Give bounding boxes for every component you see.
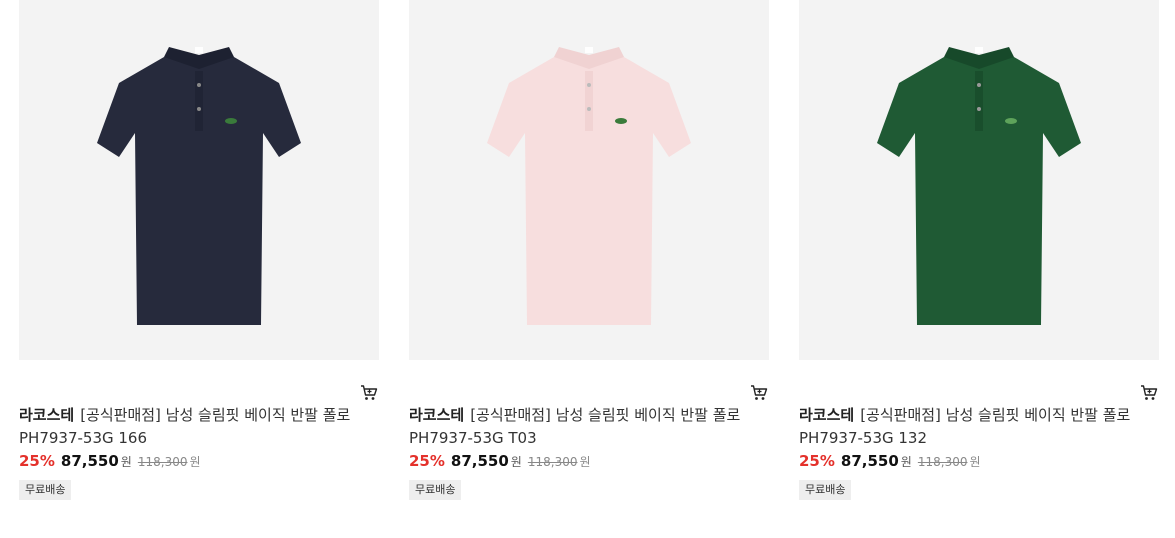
product-image[interactable] [799,0,1159,360]
product-code: PH7937-53G 132 [799,429,928,447]
product-title[interactable]: 라코스테 [공식판매점] 남성 슬림핏 베이직 반팔 폴로 [799,404,1159,426]
product-image[interactable] [19,0,379,360]
product-desc: [공식판매점] 남성 슬림핏 베이직 반팔 폴로 [860,406,1131,424]
price-row: 25% 87,550 원 118,300 원 [19,451,379,472]
polo-shirt-image [487,47,691,325]
price-unit: 원 [510,455,522,469]
product-title[interactable]: 라코스테 [공식판매점] 남성 슬림핏 베이직 반팔 폴로 [409,404,769,426]
polo-shirt-image [97,47,301,325]
polo-shirt-image [877,47,1081,325]
cart-icon[interactable] [750,385,768,401]
product-card[interactable]: 라코스테 [공식판매점] 남성 슬림핏 베이직 반팔 폴로 PH7937-53G … [19,0,379,500]
product-code: PH7937-53G 166 [19,429,148,447]
original-price: 118,300 [917,455,968,469]
discount-rate: 25% [409,452,445,470]
product-title[interactable]: 라코스테 [공식판매점] 남성 슬림핏 베이직 반팔 폴로 [19,404,379,426]
sale-price: 87,550 [60,452,119,470]
sale-price: 87,550 [840,452,899,470]
product-brand: 라코스테 [799,406,855,424]
product-card[interactable]: 라코스테 [공식판매점] 남성 슬림핏 베이직 반팔 폴로 PH7937-53G … [799,0,1159,500]
product-card[interactable]: 라코스테 [공식판매점] 남성 슬림핏 베이직 반팔 폴로 PH7937-53G … [409,0,769,500]
discount-rate: 25% [799,452,835,470]
price-row: 25% 87,550 원 118,300 원 [409,451,769,472]
product-desc: [공식판매점] 남성 슬림핏 베이직 반팔 폴로 [80,406,351,424]
product-desc: [공식판매점] 남성 슬림핏 베이직 반팔 폴로 [470,406,741,424]
price-unit: 원 [120,455,132,469]
original-price: 118,300 [137,455,188,469]
original-price-unit: 원 [579,455,591,469]
free-shipping-badge: 무료배송 [409,480,462,500]
sale-price: 87,550 [450,452,509,470]
original-price-unit: 원 [189,455,201,469]
product-brand: 라코스테 [19,406,75,424]
cart-icon[interactable] [360,385,378,401]
free-shipping-badge: 무료배송 [19,480,72,500]
product-brand: 라코스테 [409,406,465,424]
free-shipping-badge: 무료배송 [799,480,852,500]
product-grid: 라코스테 [공식판매점] 남성 슬림핏 베이직 반팔 폴로 PH7937-53G … [0,0,1175,538]
product-code: PH7937-53G T03 [409,429,537,447]
price-row: 25% 87,550 원 118,300 원 [799,451,1159,472]
discount-rate: 25% [19,452,55,470]
original-price-unit: 원 [969,455,981,469]
product-image[interactable] [409,0,769,360]
original-price: 118,300 [527,455,578,469]
cart-icon[interactable] [1140,385,1158,401]
price-unit: 원 [900,455,912,469]
